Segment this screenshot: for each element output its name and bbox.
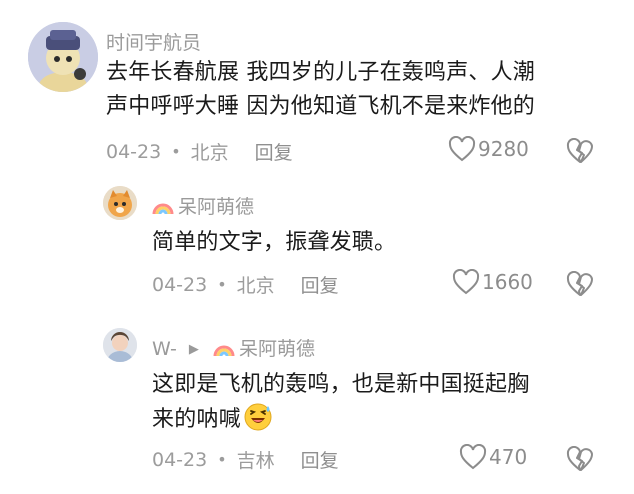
- like-button[interactable]: 470: [459, 444, 527, 470]
- username[interactable]: 呆阿萌德: [152, 192, 254, 219]
- comment-meta: 04-23 • 吉林 回复: [152, 446, 339, 473]
- like-button[interactable]: 9280: [448, 136, 529, 162]
- comment-date: 04-23: [152, 273, 208, 296]
- like-count: 470: [489, 445, 528, 469]
- comment-date: 04-23: [152, 448, 208, 471]
- comment-text-line: 这即是飞机的轰鸣，也是新中国挺起胸: [152, 372, 530, 397]
- avatar[interactable]: [28, 22, 98, 92]
- comment-text: 简单的文字，振聋发聩。: [152, 226, 602, 260]
- comment-text-line: 来的呐喊: [152, 402, 602, 437]
- comment-text-line: 声中呼呼大睡 因为他知道飞机不是来炸他的: [106, 94, 535, 119]
- laughing-sweat-emoji: [244, 403, 272, 431]
- broken-heart-icon[interactable]: [566, 138, 594, 164]
- avatar[interactable]: [103, 186, 137, 220]
- reply-button[interactable]: 回复: [255, 138, 293, 165]
- broken-heart-icon[interactable]: [566, 271, 594, 297]
- comment-location: 北京: [236, 275, 275, 297]
- heart-outline-icon: [448, 136, 476, 162]
- like-button[interactable]: 1660: [452, 269, 533, 295]
- comment-text-line: 去年长春航展 我四岁的儿子在轰鸣声、人潮: [106, 60, 535, 85]
- username[interactable]: W- ▶ 呆阿萌德: [152, 334, 315, 361]
- comment-meta: 04-23 • 北京 回复: [106, 138, 293, 165]
- like-count: 9280: [478, 137, 529, 161]
- separator-dot: •: [217, 450, 227, 469]
- avatar[interactable]: [103, 328, 137, 362]
- heart-outline-icon: [459, 444, 487, 470]
- username-text: 呆阿萌德: [178, 196, 255, 218]
- reply-button[interactable]: 回复: [301, 271, 339, 298]
- comment-date: 04-23: [106, 140, 162, 163]
- comment-text: 这即是飞机的轰鸣，也是新中国挺起胸 来的呐喊: [152, 368, 602, 437]
- comment-1: 时间宇航员 去年长春航展 我四岁的儿子在轰鸣声、人潮 声中呼呼大睡 因为他知道飞…: [0, 0, 634, 180]
- separator-dot: •: [217, 275, 227, 294]
- comment-text-line: 简单的文字，振聋发聩。: [152, 230, 397, 255]
- comment-meta: 04-23 • 北京 回复: [152, 271, 339, 298]
- like-count: 1660: [482, 270, 533, 294]
- comment-text-fragment: 来的呐喊: [152, 407, 241, 432]
- triangle-right-icon: ▶: [188, 342, 199, 357]
- comment-location: 北京: [190, 142, 229, 164]
- comment-2: 呆阿萌德 简单的文字，振聋发聩。 04-23 • 北京 回复 1660: [0, 180, 634, 320]
- reply-button[interactable]: 回复: [301, 446, 339, 473]
- username[interactable]: 时间宇航员: [106, 28, 201, 55]
- separator-dot: •: [171, 142, 181, 161]
- broken-heart-icon[interactable]: [566, 446, 594, 472]
- comment-location: 吉林: [236, 450, 275, 472]
- reply-to-username[interactable]: 呆阿萌德: [239, 338, 315, 360]
- comment-text: 去年长春航展 我四岁的儿子在轰鸣声、人潮 声中呼呼大睡 因为他知道飞机不是来炸他…: [106, 56, 611, 124]
- heart-outline-icon: [452, 269, 480, 295]
- rainbow-icon: [213, 345, 235, 357]
- comment-3: W- ▶ 呆阿萌德 这即是飞机的轰鸣，也是新中国挺起胸 来的呐喊 04-23 •…: [0, 320, 634, 494]
- username-text: W-: [152, 338, 177, 360]
- rainbow-icon: [152, 203, 174, 215]
